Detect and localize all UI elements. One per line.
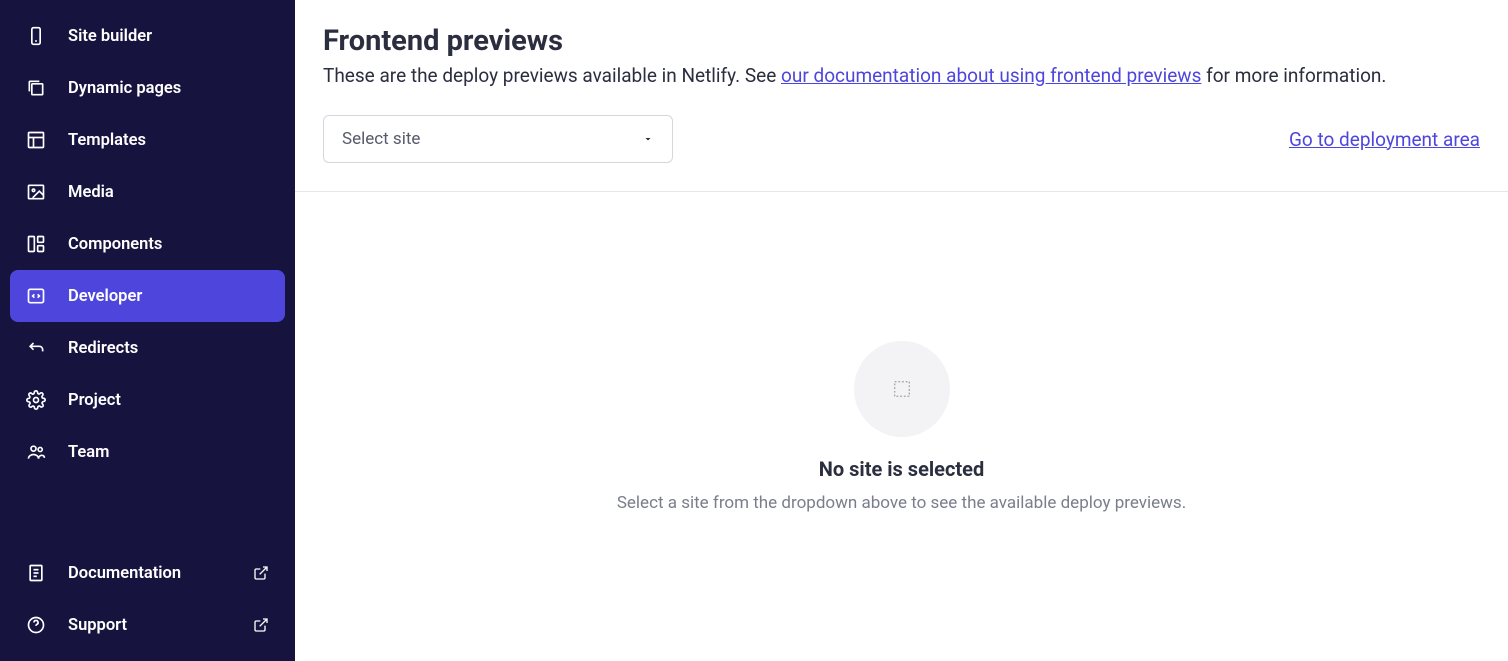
sidebar-item-project[interactable]: Project: [10, 374, 285, 426]
sidebar-item-label: Project: [68, 391, 269, 410]
sidebar-item-label: Redirects: [68, 339, 269, 358]
code-icon: [26, 286, 46, 306]
empty-state: No site is selected Select a site from t…: [295, 192, 1508, 661]
deployment-area-link[interactable]: Go to deployment area: [1289, 128, 1480, 151]
external-link-icon: [253, 617, 269, 633]
help-icon: [26, 615, 46, 635]
sidebar-item-label: Team: [68, 443, 269, 462]
sidebar: Site builder Dynamic pages Templates Med…: [0, 0, 295, 661]
doc-icon: [26, 563, 46, 583]
layout-icon: [26, 130, 46, 150]
external-link-icon: [253, 565, 269, 581]
chevron-down-icon: [642, 133, 654, 145]
page-title: Frontend previews: [323, 24, 1480, 58]
pages-stack-icon: [26, 78, 46, 98]
sidebar-item-label: Media: [68, 183, 269, 202]
sidebar-item-label: Support: [68, 616, 231, 635]
sidebar-item-support[interactable]: Support: [10, 599, 285, 651]
page-header: Frontend previews These are the deploy p…: [295, 0, 1508, 192]
sidebar-item-label: Site builder: [68, 27, 269, 46]
main-content: Frontend previews These are the deploy p…: [295, 0, 1508, 661]
components-icon: [26, 234, 46, 254]
gear-icon: [26, 390, 46, 410]
sidebar-item-label: Dynamic pages: [68, 79, 269, 98]
sidebar-item-developer[interactable]: Developer: [10, 270, 285, 322]
image-icon: [26, 182, 46, 202]
users-icon: [26, 442, 46, 462]
desc-text-after: for more information.: [1201, 64, 1386, 87]
sidebar-item-label: Documentation: [68, 564, 231, 583]
arrow-back-icon: [26, 338, 46, 358]
sidebar-item-label: Components: [68, 235, 269, 254]
sidebar-item-label: Templates: [68, 131, 269, 150]
sidebar-item-dynamic-pages[interactable]: Dynamic pages: [10, 62, 285, 114]
selection-dashed-icon: [891, 378, 913, 400]
sidebar-item-team[interactable]: Team: [10, 426, 285, 478]
empty-state-icon-circle: [854, 341, 950, 437]
page-description: These are the deploy previews available …: [323, 64, 1480, 87]
sidebar-item-site-builder[interactable]: Site builder: [10, 10, 285, 62]
desc-text-before: These are the deploy previews available …: [323, 64, 781, 87]
select-site-placeholder: Select site: [342, 129, 420, 149]
select-site-dropdown[interactable]: Select site: [323, 115, 673, 163]
sidebar-item-label: Developer: [68, 287, 269, 306]
sidebar-item-components[interactable]: Components: [10, 218, 285, 270]
sidebar-item-templates[interactable]: Templates: [10, 114, 285, 166]
empty-state-subtitle: Select a site from the dropdown above to…: [617, 493, 1186, 513]
sidebar-item-documentation[interactable]: Documentation: [10, 547, 285, 599]
doc-link[interactable]: our documentation about using frontend p…: [781, 64, 1201, 87]
sidebar-item-redirects[interactable]: Redirects: [10, 322, 285, 374]
device-mobile-icon: [26, 26, 46, 46]
sidebar-item-media[interactable]: Media: [10, 166, 285, 218]
empty-state-title: No site is selected: [819, 457, 984, 481]
